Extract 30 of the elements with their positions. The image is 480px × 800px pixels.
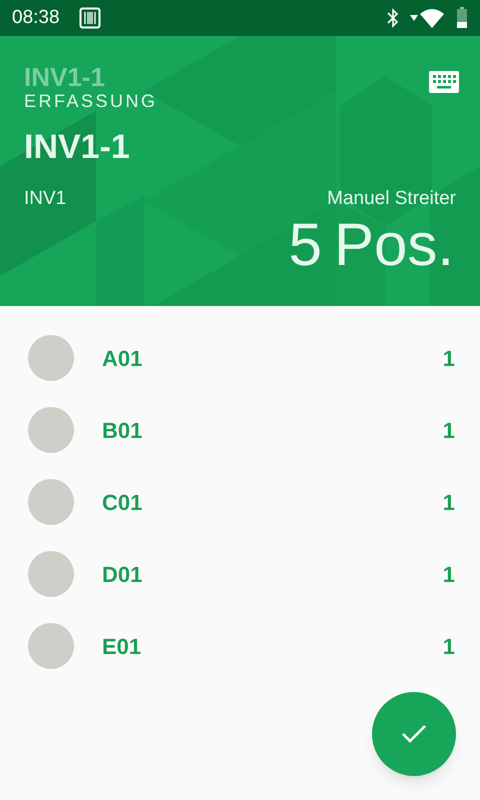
item-quantity: 1 [442,344,455,372]
header-subtitle: ERFASSUNG [24,91,158,111]
inventory-label: INV1 [24,187,66,211]
list-item[interactable]: D01 1 [0,538,480,610]
position-unit: Pos. [334,213,454,277]
battery-icon [456,7,468,29]
item-label: B01 [102,416,144,444]
list-item[interactable]: A01 1 [0,322,480,394]
item-quantity: 1 [442,488,455,516]
item-label: A01 [102,344,144,372]
header-title: INV1-1 [24,127,131,167]
item-quantity: 1 [442,632,455,660]
item-label: E01 [102,632,142,660]
item-quantity: 1 [442,416,455,444]
list-item[interactable]: B01 1 [0,394,480,466]
position-count: 5 [288,213,322,277]
wifi-icon [420,8,444,28]
bluetooth-icon [386,8,400,28]
keyboard-icon[interactable] [429,71,459,93]
checkmark-icon [401,724,427,744]
item-label: C01 [102,488,144,516]
signal-arrow-icon [410,14,418,22]
faded-title: INV1-1 [24,63,106,91]
item-label: D01 [102,560,144,588]
list-item[interactable]: C01 1 [0,466,480,538]
barcode-icon [78,7,101,29]
list-item[interactable]: E01 1 [0,610,480,682]
status-time: 08:38 [12,6,60,30]
item-quantity: 1 [442,560,455,588]
user-name: Manuel Streiter [327,187,456,211]
